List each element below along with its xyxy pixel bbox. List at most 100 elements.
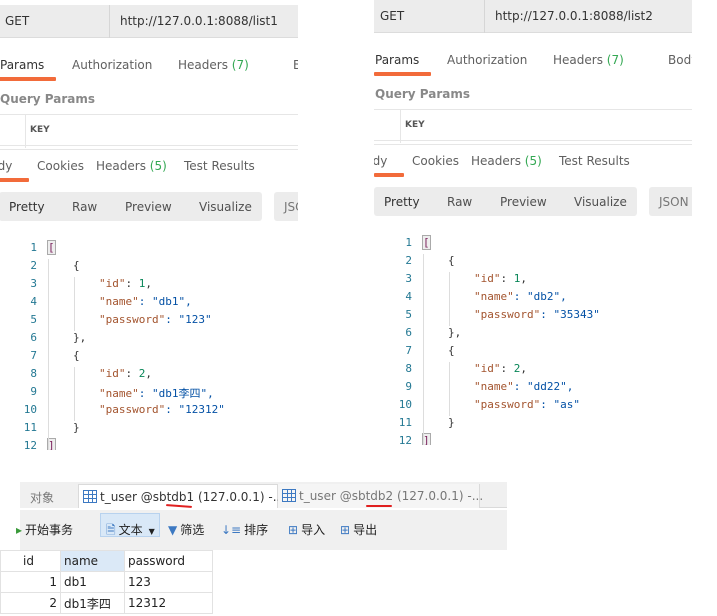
header-row: id name password [0, 550, 213, 572]
label: 文本 [118, 523, 143, 537]
indent-guide [74, 367, 75, 421]
response-tab-body[interactable]: Body [0, 159, 12, 173]
sort-button[interactable]: ↓≡ 排序 [221, 521, 268, 538]
key-id: "id" [99, 277, 126, 290]
active-response-tab-underline [0, 178, 29, 182]
code-text: } [448, 416, 455, 429]
tab-label: Params [0, 58, 45, 72]
code-text: { [448, 254, 455, 267]
tab-params[interactable]: Params [0, 58, 44, 72]
cell-name[interactable]: db1 [60, 571, 125, 593]
cell-password[interactable]: 12312 [124, 592, 213, 614]
tab-label: Authorization [447, 53, 528, 67]
cell-id[interactable]: 1 [0, 571, 61, 593]
view-preview[interactable]: Preview [500, 195, 547, 209]
method-select[interactable]: GET [5, 14, 29, 28]
tab-headers[interactable]: Headers (7) [553, 53, 624, 67]
code-text: "password": "35343" [474, 308, 600, 321]
code-text: "password": "as" [474, 398, 580, 411]
query-params-label: Query Params [375, 87, 471, 101]
response-tab-cookies[interactable]: Cookies [37, 159, 84, 173]
format-select[interactable]: JSON [649, 187, 692, 216]
response-tab-test-results[interactable]: Test Results [559, 154, 630, 168]
line-number: 9 [30, 385, 37, 398]
tab-authorization[interactable]: Authorization [447, 53, 527, 67]
divider [484, 0, 485, 33]
punctuation: : [500, 272, 514, 285]
response-tab-headers[interactable]: Headers (5) [471, 154, 542, 168]
view-preview[interactable]: Preview [125, 200, 172, 214]
tab-label: Authorization [72, 58, 153, 72]
column-name[interactable]: name [60, 550, 125, 572]
export-button[interactable]: ⊞ 导出 [340, 521, 377, 538]
view-visualize[interactable]: Visualize [199, 200, 252, 214]
label: 开始事务 [25, 523, 74, 537]
line-number: 1 [405, 236, 412, 249]
tab-body[interactable]: Body [668, 53, 692, 67]
postman-panel-list1: GET http://127.0.0.1:8088/list1 Params Auth… [0, 5, 298, 450]
request-bar: GET http://127.0.0.1:8088/list1 [0, 5, 298, 38]
line-number: 1 [30, 241, 37, 254]
table-border [374, 109, 692, 110]
table-row[interactable]: 2 db1李四 12312 [0, 592, 213, 614]
value-password: as [560, 398, 574, 411]
indent-guide [74, 277, 75, 331]
brace: }, [73, 331, 87, 344]
punctuation: : " [138, 387, 159, 400]
key-id: "id" [99, 367, 126, 380]
indent-guide [48, 259, 49, 450]
code-text: "name": "db1李四", [99, 385, 214, 401]
url-input[interactable]: http://127.0.0.1:8088/list2 [495, 9, 653, 23]
code-text: { [73, 349, 80, 362]
tab-authorization[interactable]: Authorization [72, 58, 152, 72]
view-raw[interactable]: Raw [447, 195, 472, 209]
column-password[interactable]: password [124, 550, 213, 572]
code-text: "id": 2, [99, 367, 152, 380]
response-tab-headers[interactable]: Headers (5) [96, 159, 167, 173]
tab-objects[interactable]: 对象 [20, 484, 78, 508]
tab-body[interactable]: Body [293, 58, 298, 72]
key-password: "password" [99, 313, 166, 326]
filter-button[interactable]: ▼ 筛选 [168, 521, 204, 538]
line-number: 6 [405, 326, 412, 339]
data-grid: id name password 1 db1 123 2 db1李四 12312 [0, 550, 213, 614]
import-button[interactable]: ⊞ 导入 [288, 521, 325, 538]
punctuation: ", [560, 380, 574, 393]
sort-icon: ↓≡ [221, 523, 242, 537]
begin-transaction-button[interactable]: ▸ 开始事务 [16, 521, 73, 538]
cell-id[interactable]: 2 [0, 592, 61, 614]
response-tab-test-results[interactable]: Test Results [184, 159, 255, 173]
format-select[interactable]: JSON [274, 192, 298, 221]
punctuation: : [125, 367, 139, 380]
punctuation: , [520, 272, 527, 285]
punctuation: : " [138, 295, 159, 308]
dropdown-arrow-icon[interactable]: ▼ [149, 527, 155, 536]
method-select[interactable]: GET [380, 9, 404, 23]
table-row[interactable]: 1 db1 123 [0, 571, 213, 593]
key-password: "password" [474, 308, 541, 321]
tab-headers[interactable]: Headers (7) [178, 58, 249, 72]
view-raw[interactable]: Raw [72, 200, 97, 214]
code-text: "name": "db2", [474, 290, 567, 303]
line-number: 12 [23, 439, 37, 450]
view-visualize[interactable]: Visualize [574, 195, 627, 209]
column-id[interactable]: id [0, 550, 61, 572]
response-headers-count: (5) [149, 159, 167, 173]
cell-name[interactable]: db1李四 [60, 592, 125, 614]
brace: { [448, 254, 455, 267]
code-text: "password": "12312" [99, 403, 225, 416]
cell-password[interactable]: 123 [124, 571, 213, 593]
tab-params[interactable]: Params [375, 53, 419, 67]
url-input[interactable]: http://127.0.0.1:8088/list1 [120, 14, 278, 28]
response-tab-cookies[interactable]: Cookies [412, 154, 459, 168]
value-password: 123 [185, 313, 205, 326]
view-pretty[interactable]: Pretty [384, 195, 420, 209]
view-pretty[interactable]: Pretty [9, 200, 45, 214]
response-tab-body[interactable]: Body [374, 154, 387, 168]
active-response-tab-underline [374, 173, 404, 177]
tab-label: Params [375, 53, 420, 67]
line-number: 9 [405, 380, 412, 393]
label: 导出 [353, 523, 378, 537]
text-button[interactable]: 🗎 文本 ▼ [106, 521, 155, 542]
brace: { [73, 259, 80, 272]
